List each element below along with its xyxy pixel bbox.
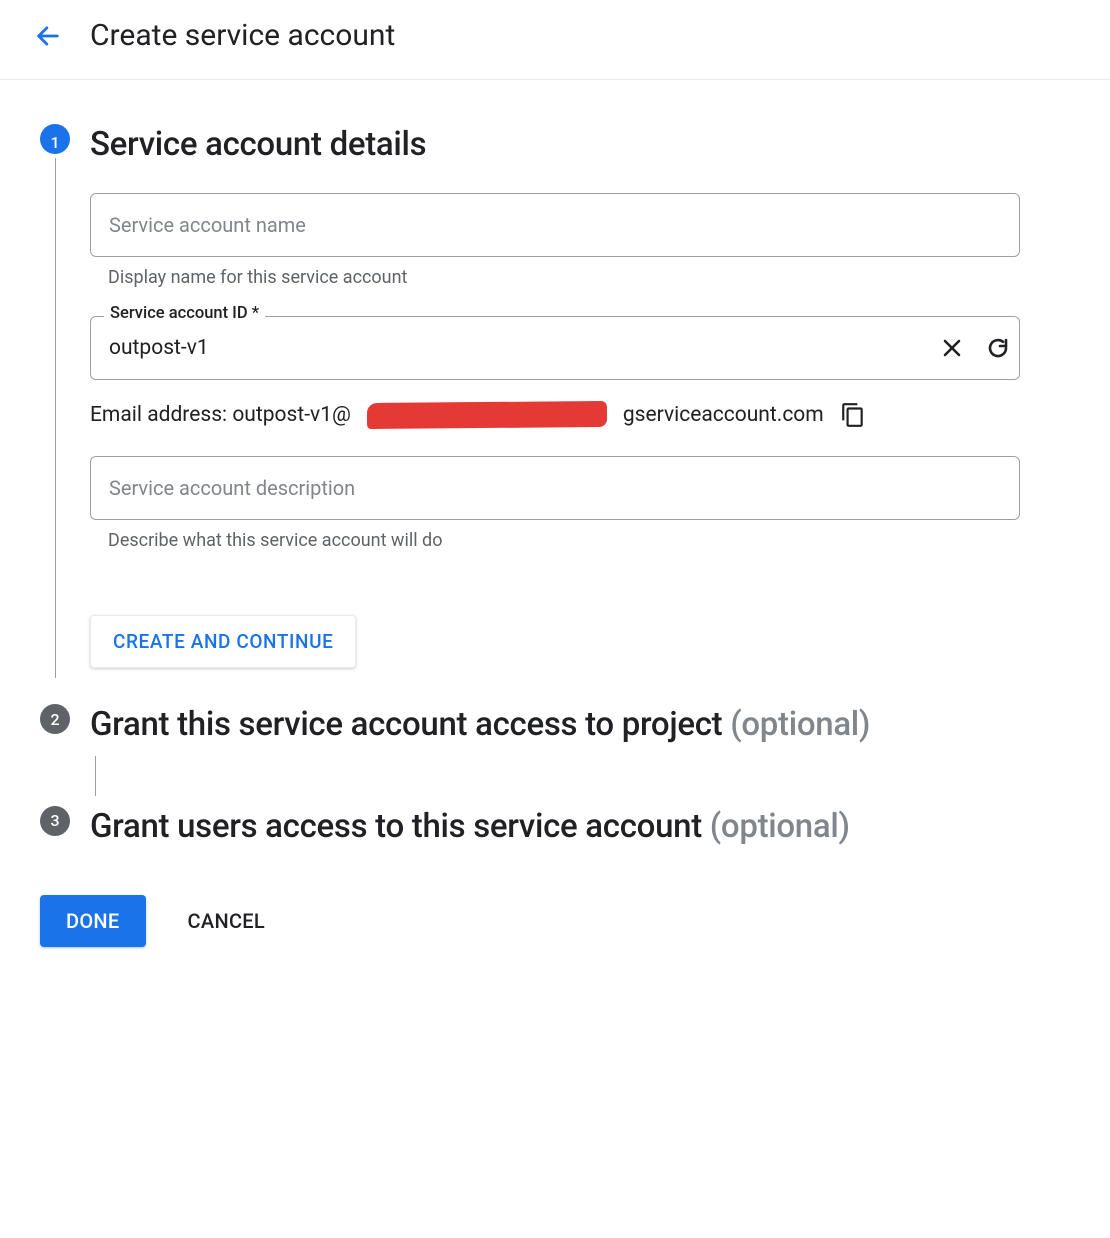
step-badge-1: 1 <box>40 124 70 154</box>
step-3-title[interactable]: Grant users access to this service accou… <box>90 806 1020 847</box>
done-button[interactable]: DONE <box>40 895 146 947</box>
service-account-description-help: Describe what this service account will … <box>108 530 1020 551</box>
email-prefix: Email address: outpost-v1@ <box>90 403 351 427</box>
step-2-optional: (optional) <box>722 705 870 744</box>
service-account-name-help: Display name for this service account <box>108 267 1020 288</box>
page-header: Create service account <box>0 0 1110 80</box>
step-2-title-text: Grant this service account access to pro… <box>90 705 722 744</box>
email-address-row: Email address: outpost-v1@ gserviceaccou… <box>90 402 1020 428</box>
step-connector <box>55 158 56 678</box>
footer-actions: DONE CANCEL <box>40 895 1020 947</box>
clear-icon[interactable] <box>938 334 966 362</box>
step-badge-2: 2 <box>40 704 70 734</box>
back-arrow-icon[interactable] <box>34 22 62 50</box>
email-redacted <box>367 401 607 429</box>
service-account-id-label: Service account ID * <box>104 304 265 323</box>
email-suffix: gserviceaccount.com <box>623 403 824 427</box>
step-3-title-text: Grant users access to this service accou… <box>90 807 702 846</box>
copy-icon[interactable] <box>840 402 866 428</box>
cancel-button[interactable]: CANCEL <box>182 908 271 934</box>
step-connector-2-3 <box>95 756 96 796</box>
create-and-continue-button[interactable]: CREATE AND CONTINUE <box>90 615 356 668</box>
step-1-title: Service account details <box>90 124 1020 165</box>
service-account-name-input[interactable] <box>90 193 1020 257</box>
step-badge-3: 3 <box>40 806 70 836</box>
service-account-id-field: Service account ID * <box>90 316 1020 380</box>
step-2-title[interactable]: Grant this service account access to pro… <box>90 704 1020 745</box>
refresh-icon[interactable] <box>984 334 1012 362</box>
step-3-optional: (optional) <box>702 807 850 846</box>
page-title: Create service account <box>90 18 395 53</box>
service-account-description-input[interactable] <box>90 456 1020 520</box>
service-account-name-field <box>90 193 1020 257</box>
service-account-description-field <box>90 456 1020 520</box>
service-account-id-input[interactable] <box>90 316 1020 380</box>
